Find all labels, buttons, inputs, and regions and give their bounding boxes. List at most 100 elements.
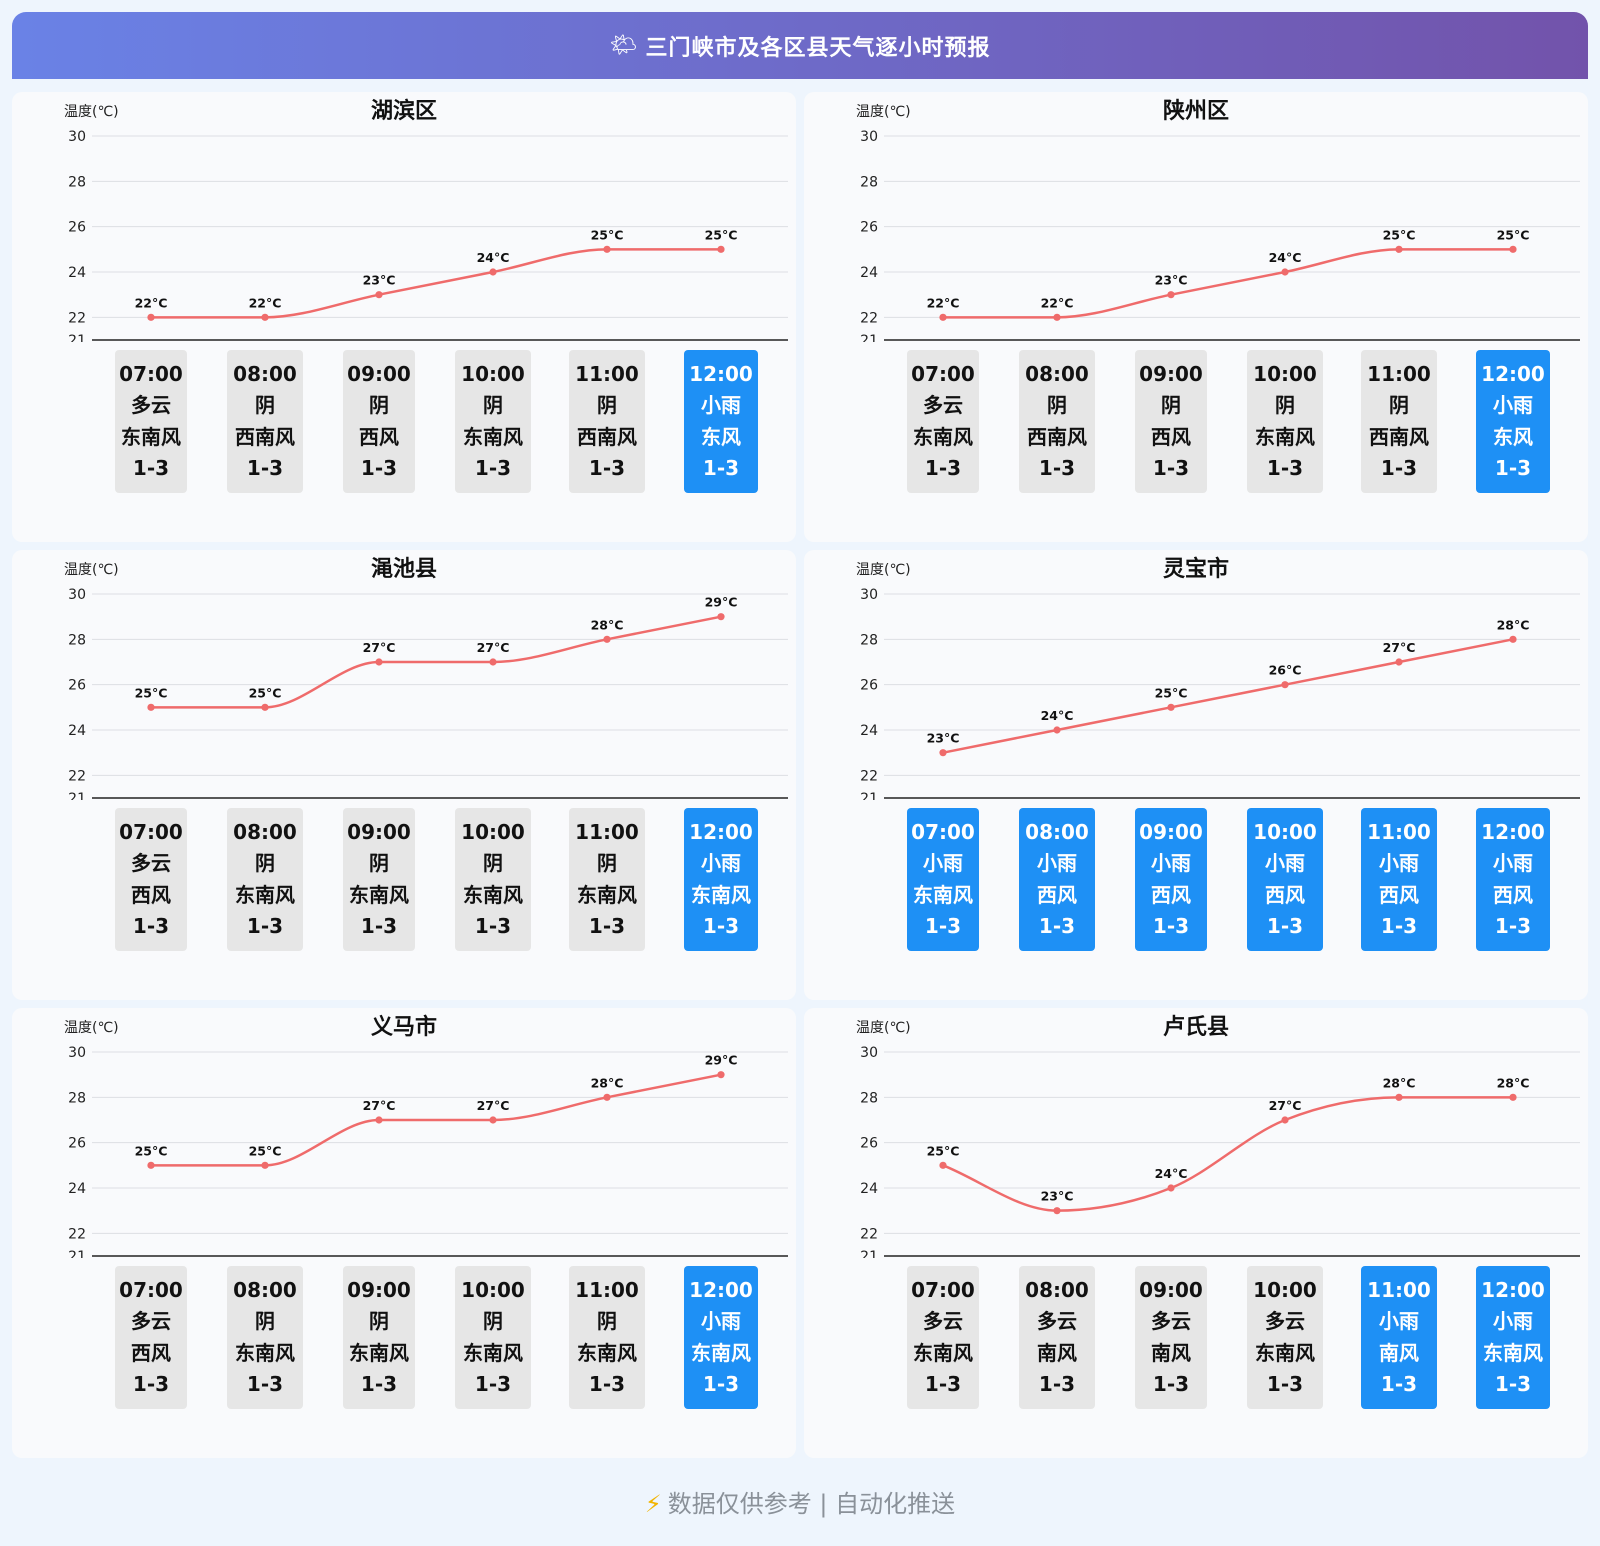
temperature-data-label: 25°C: [927, 1143, 960, 1158]
temperature-point: [717, 245, 725, 253]
temperature-data-label: 25°C: [1383, 227, 1416, 242]
wind-level-label: 1-3: [1266, 456, 1304, 480]
weather-label: 小雨: [1493, 1309, 1533, 1333]
y-tick-label: 28: [860, 632, 878, 648]
wind-direction-label: 东南风: [235, 1340, 295, 1365]
temperature-point: [261, 703, 269, 711]
hour-forecast-box: 11:00 阴东南风 1-3: [569, 1266, 645, 1409]
temperature-data-label: 28°C: [591, 617, 624, 632]
hour-forecast-box: 09:00 阴西风 1-3: [343, 350, 415, 493]
wind-level-label: 1-3: [1494, 456, 1532, 480]
lightning-icon: ⚡: [644, 1490, 662, 1518]
hour-label: 11:00: [1367, 361, 1431, 386]
hour-forecast-box: 08:00 阴西南风 1-3: [227, 350, 303, 493]
hour-forecast-box: 09:00 阴东南风 1-3: [343, 1266, 415, 1409]
temperature-data-label: 24°C: [1269, 250, 1302, 265]
temperature-data-label: 26°C: [1269, 663, 1302, 678]
weather-label: 多云: [1265, 1309, 1305, 1333]
page-title: 三门峡市及各区县天气逐小时预报: [645, 35, 991, 61]
temperature-data-label: 27°C: [363, 1098, 396, 1113]
wind-direction-label: 南风: [1379, 1340, 1419, 1365]
temperature-data-label: 25°C: [705, 227, 738, 242]
temperature-series-line: [942, 638, 1514, 754]
wind-direction-label: 东南风: [691, 882, 751, 907]
temperature-line-chart: 温度(℃) 湖滨区 30 28 26 24 22 21 22°C 22°C 23°C 24°C 25°C…: [64, 98, 788, 342]
wind-level-label: 1-3: [360, 1372, 398, 1396]
wind-level-label: 1-3: [1152, 914, 1190, 938]
hour-label: 12:00: [689, 819, 753, 844]
temperature-data-label: 27°C: [477, 640, 510, 655]
hour-label: 12:00: [1481, 361, 1545, 386]
hour-forecast-box: 12:00 小雨 东风 1-3: [1476, 350, 1550, 493]
wind-level-label: 1-3: [474, 914, 512, 938]
hour-forecast-box: 08:00 小雨 西风 1-3: [1019, 808, 1095, 951]
y-axis-label: 温度(℃): [64, 562, 119, 578]
wind-level-label: 1-3: [1038, 456, 1076, 480]
hour-forecast-box: 10:00 阴东南风 1-3: [1247, 350, 1323, 493]
y-tick-label: 28: [860, 1090, 878, 1106]
temperature-line-chart: 温度(℃) 卢氏县 30 28 26 24 22 21 25°C 23°C 24°C 27°C 28°C…: [856, 1014, 1580, 1258]
wind-direction-label: 东风: [701, 424, 741, 449]
wind-direction-label: 西风: [1379, 882, 1419, 907]
y-axis-label: 温度(℃): [64, 1020, 119, 1036]
hour-forecast-box: 09:00 阴西风 1-3: [1135, 350, 1207, 493]
weather-label: 阴: [483, 851, 503, 875]
temperature-point: [1167, 291, 1175, 299]
hour-forecast-box: 07:00 小雨 东南风 1-3: [907, 808, 979, 951]
hour-forecast-box: 11:00 小雨 南风 1-3: [1361, 1266, 1437, 1409]
temperature-point: [147, 1161, 155, 1169]
hour-label: 11:00: [1367, 819, 1431, 844]
y-tick-label: 30: [860, 587, 878, 603]
wind-direction-label: 东南风: [1483, 1340, 1543, 1365]
hour-label: 10:00: [461, 819, 525, 844]
y-axis-label: 温度(℃): [64, 104, 119, 120]
temperature-point: [939, 1161, 947, 1169]
temperature-data-label: 25°C: [249, 1143, 282, 1158]
temperature-data-label: 24°C: [1155, 1166, 1188, 1181]
temperature-point: [375, 658, 383, 666]
wind-direction-label: 东南风: [235, 882, 295, 907]
sun-cloud-icon: 🌤: [609, 32, 638, 58]
y-tick-label: 22: [860, 310, 878, 326]
temperature-data-label: 25°C: [1155, 685, 1188, 700]
y-tick-label: 21: [860, 333, 878, 342]
wind-direction-label: 东南风: [913, 882, 973, 907]
hour-label: 08:00: [233, 1277, 297, 1302]
temperature-point: [1509, 635, 1517, 643]
weather-label: 小雨: [1037, 851, 1077, 875]
temperature-data-label: 27°C: [1269, 1098, 1302, 1113]
temperature-line-chart: 温度(℃) 渑池县 30 28 26 24 22 21 25°C 25°C 27°C 27°C 28°C…: [64, 557, 788, 800]
temperature-data-label: 22°C: [249, 295, 282, 310]
wind-direction-label: 东南风: [691, 1340, 751, 1365]
y-tick-label: 21: [860, 1249, 878, 1258]
hour-forecast-box: 12:00 小雨 东南风 1-3: [684, 808, 758, 951]
temperature-data-label: 25°C: [135, 1143, 168, 1158]
wind-level-label: 1-3: [588, 1372, 626, 1396]
temperature-data-label: 23°C: [1041, 1189, 1074, 1204]
weather-label: 小雨: [701, 393, 741, 417]
temperature-point: [1395, 1093, 1403, 1101]
wind-direction-label: 东南风: [349, 1340, 409, 1365]
temperature-point: [261, 1161, 269, 1169]
y-tick-label: 28: [68, 174, 86, 190]
weather-label: 阴: [369, 393, 389, 417]
weather-label: 小雨: [1379, 1309, 1419, 1333]
hour-label: 08:00: [233, 819, 297, 844]
weather-label: 阴: [597, 851, 617, 875]
temperature-point: [1053, 726, 1061, 734]
wind-direction-label: 东南风: [349, 882, 409, 907]
hour-forecast-box: 11:00 阴西南风 1-3: [1361, 350, 1437, 493]
hour-label: 11:00: [575, 819, 639, 844]
y-tick-label: 28: [68, 632, 86, 648]
hour-forecast-box: 10:00 阴东南风 1-3: [455, 350, 531, 493]
wind-direction-label: 西风: [1151, 424, 1191, 449]
wind-level-label: 1-3: [588, 914, 626, 938]
hour-label: 07:00: [119, 819, 183, 844]
wind-level-label: 1-3: [360, 456, 398, 480]
y-tick-label: 22: [68, 768, 86, 784]
wind-direction-label: 东南风: [463, 1340, 523, 1365]
temperature-data-label: 22°C: [1041, 295, 1074, 310]
weather-label: 阴: [369, 1309, 389, 1333]
wind-level-label: 1-3: [474, 1372, 512, 1396]
hour-label: 09:00: [347, 819, 411, 844]
